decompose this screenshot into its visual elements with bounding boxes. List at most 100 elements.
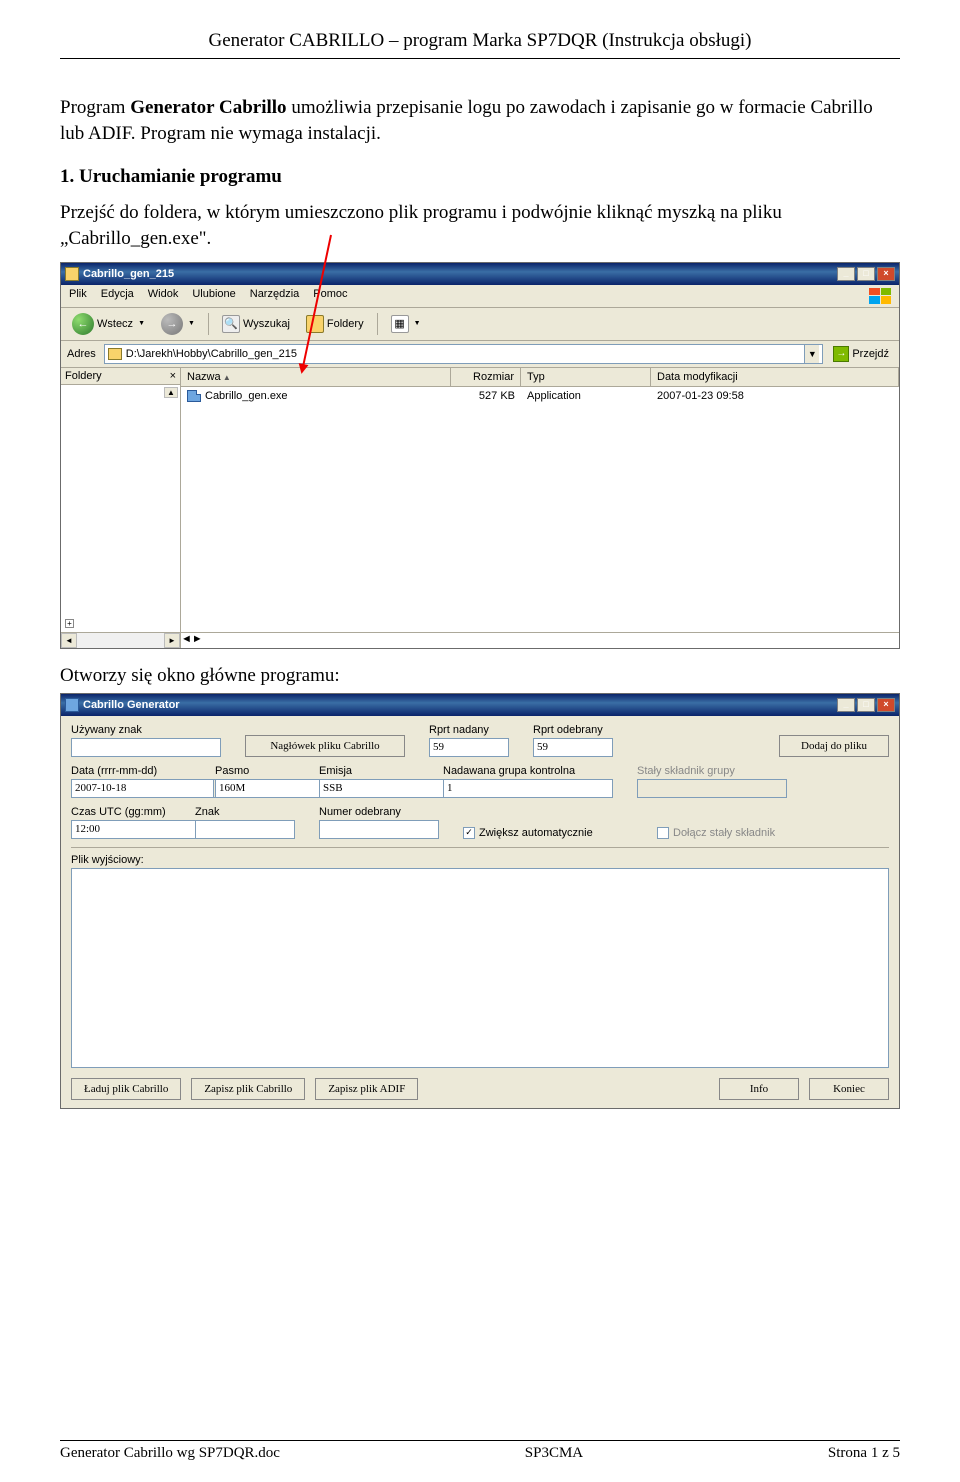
close-button[interactable]: × bbox=[877, 267, 895, 281]
input-rprt-nadany[interactable] bbox=[429, 738, 509, 757]
input-ssg bbox=[637, 779, 787, 798]
address-bar: Adres D:\Jarekh\Hobby\Cabrillo_gen_215 ▼… bbox=[61, 341, 899, 368]
label-zwieksz: Zwiększ automatycznie bbox=[479, 827, 593, 839]
info-button[interactable]: Info bbox=[719, 1078, 799, 1100]
section-1-heading: 1. Uruchamianie programu bbox=[60, 166, 900, 188]
intro-prefix: Program bbox=[60, 97, 130, 118]
forward-arrow-icon: → bbox=[161, 313, 183, 335]
input-data[interactable] bbox=[71, 779, 214, 798]
footer-right: Strona 1 z 5 bbox=[828, 1445, 900, 1462]
footer-left: Generator Cabrillo wg SP7DQR.doc bbox=[60, 1445, 280, 1462]
cabrillo-title: Cabrillo Generator bbox=[83, 699, 837, 711]
col-type[interactable]: Typ bbox=[521, 368, 651, 386]
label-rprt-odebrany: Rprt odebrany bbox=[533, 724, 613, 736]
menu-narzedzia[interactable]: Narzędzia bbox=[250, 288, 300, 304]
file-size: 527 KB bbox=[451, 389, 521, 403]
label-znak: Znak bbox=[195, 806, 295, 818]
views-button[interactable]: ▦ ▼ bbox=[386, 313, 426, 335]
explorer-window: Cabrillo_gen_215 _ □ × Plik Edycja Widok… bbox=[60, 262, 900, 649]
page-footer: Generator Cabrillo wg SP7DQR.doc SP3CMA … bbox=[60, 1440, 900, 1462]
close-button[interactable]: × bbox=[877, 698, 895, 712]
file-row[interactable]: Cabrillo_gen.exe 527 KB Application 2007… bbox=[181, 387, 899, 405]
folder-icon bbox=[108, 348, 122, 360]
input-znak[interactable] bbox=[195, 820, 295, 839]
toolbar: ← Wstecz ▼ → ▼ 🔍 Wyszukaj Foldery ▦ ▼ bbox=[61, 308, 899, 341]
explorer-body: Foldery × ▲ + ◄ ► Nazwa Rozmiar Typ Data… bbox=[61, 368, 899, 648]
file-type: Application bbox=[521, 389, 651, 403]
label-plik-wyjsciowy: Plik wyjściowy: bbox=[71, 854, 889, 866]
back-button[interactable]: ← Wstecz ▼ bbox=[67, 311, 150, 337]
folder-icon bbox=[65, 267, 79, 281]
list-hscroll[interactable]: ◄ ► bbox=[181, 632, 899, 648]
zapisz-adif-button[interactable]: Zapisz plik ADIF bbox=[315, 1078, 418, 1100]
forward-button[interactable]: → ▼ bbox=[156, 311, 200, 337]
section-1-text: Przejść do foldera, w którym umieszczono… bbox=[60, 200, 900, 251]
col-date[interactable]: Data modyfikacji bbox=[651, 368, 899, 386]
scroll-right-icon[interactable]: ► bbox=[164, 633, 180, 648]
label-czas: Czas UTC (gg:mm) bbox=[71, 806, 171, 818]
explorer-titlebar: Cabrillo_gen_215 _ □ × bbox=[61, 263, 899, 285]
input-ngk[interactable] bbox=[443, 779, 613, 798]
tree-expand-icon[interactable]: + bbox=[65, 619, 74, 628]
label-numer: Numer odebrany bbox=[319, 806, 439, 818]
windows-logo-icon bbox=[869, 288, 891, 304]
naglowek-button[interactable]: Nagłówek pliku Cabrillo bbox=[245, 735, 405, 757]
label-emisja: Emisja bbox=[319, 765, 419, 777]
input-rprt-odebrany[interactable] bbox=[533, 738, 613, 757]
label-pasmo: Pasmo bbox=[215, 765, 295, 777]
chevron-down-icon[interactable]: ▼ bbox=[138, 320, 145, 327]
koniec-button[interactable]: Koniec bbox=[809, 1078, 889, 1100]
address-label: Adres bbox=[67, 348, 96, 360]
minimize-button[interactable]: _ bbox=[837, 698, 855, 712]
chevron-down-icon[interactable]: ▼ bbox=[414, 320, 421, 327]
tree-close-icon[interactable]: × bbox=[170, 370, 176, 382]
search-button[interactable]: 🔍 Wyszukaj bbox=[217, 313, 295, 335]
file-name: Cabrillo_gen.exe bbox=[205, 390, 288, 402]
scroll-up-icon[interactable]: ▲ bbox=[164, 387, 178, 398]
input-numer[interactable] bbox=[319, 820, 439, 839]
label-rprt-nadany: Rprt nadany bbox=[429, 724, 509, 736]
header-rule bbox=[60, 58, 900, 59]
menu-widok[interactable]: Widok bbox=[148, 288, 179, 304]
search-label: Wyszukaj bbox=[243, 318, 290, 330]
file-date: 2007-01-23 09:58 bbox=[651, 389, 899, 403]
app-icon bbox=[65, 698, 79, 712]
cabrillo-body: Używany znak Nagłówek pliku Cabrillo Rpr… bbox=[61, 716, 899, 1108]
checkbox-zwieksz[interactable]: ✓ bbox=[463, 827, 475, 839]
scroll-left-icon[interactable]: ◄ bbox=[181, 633, 192, 648]
footer-center: SP3CMA bbox=[525, 1445, 583, 1462]
label-data: Data (rrrr-mm-dd) bbox=[71, 765, 191, 777]
menu-edycja[interactable]: Edycja bbox=[101, 288, 134, 304]
intro-paragraph: Program Generator Cabrillo umożliwia prz… bbox=[60, 95, 900, 146]
chevron-down-icon[interactable]: ▼ bbox=[188, 320, 195, 327]
input-czas[interactable] bbox=[71, 820, 214, 839]
address-field[interactable]: D:\Jarekh\Hobby\Cabrillo_gen_215 ▼ bbox=[104, 344, 824, 364]
minimize-button[interactable]: _ bbox=[837, 267, 855, 281]
menu-ulubione[interactable]: Ulubione bbox=[192, 288, 235, 304]
select-emisja[interactable] bbox=[319, 779, 462, 798]
intro-bold: Generator Cabrillo bbox=[130, 97, 286, 118]
go-arrow-icon: → bbox=[833, 346, 849, 362]
explorer-title: Cabrillo_gen_215 bbox=[83, 268, 837, 280]
zapisz-cbr-button[interactable]: Zapisz plik Cabrillo bbox=[191, 1078, 305, 1100]
output-textarea[interactable] bbox=[71, 868, 889, 1068]
tree-hscroll[interactable]: ◄ ► bbox=[61, 632, 180, 648]
scroll-right-icon[interactable]: ► bbox=[192, 633, 203, 648]
footer-rule bbox=[60, 1440, 900, 1441]
scroll-left-icon[interactable]: ◄ bbox=[61, 633, 77, 648]
laduj-button[interactable]: Ładuj plik Cabrillo bbox=[71, 1078, 181, 1100]
dodaj-button[interactable]: Dodaj do pliku bbox=[779, 735, 889, 757]
maximize-button[interactable]: □ bbox=[857, 698, 875, 712]
cabrillo-titlebar: Cabrillo Generator _ □ × bbox=[61, 694, 899, 716]
input-uzywany-znak[interactable] bbox=[71, 738, 221, 757]
checkbox-dolacz[interactable] bbox=[657, 827, 669, 839]
menu-plik[interactable]: Plik bbox=[69, 288, 87, 304]
col-size[interactable]: Rozmiar bbox=[451, 368, 521, 386]
search-icon: 🔍 bbox=[222, 315, 240, 333]
maximize-button[interactable]: □ bbox=[857, 267, 875, 281]
label-dolacz: Dołącz stały składnik bbox=[673, 827, 775, 839]
address-dropdown-icon[interactable]: ▼ bbox=[804, 345, 819, 363]
menubar: Plik Edycja Widok Ulubione Narzędzia Pom… bbox=[61, 285, 899, 308]
col-name[interactable]: Nazwa bbox=[181, 368, 451, 386]
go-button[interactable]: → Przejdź bbox=[829, 345, 893, 363]
